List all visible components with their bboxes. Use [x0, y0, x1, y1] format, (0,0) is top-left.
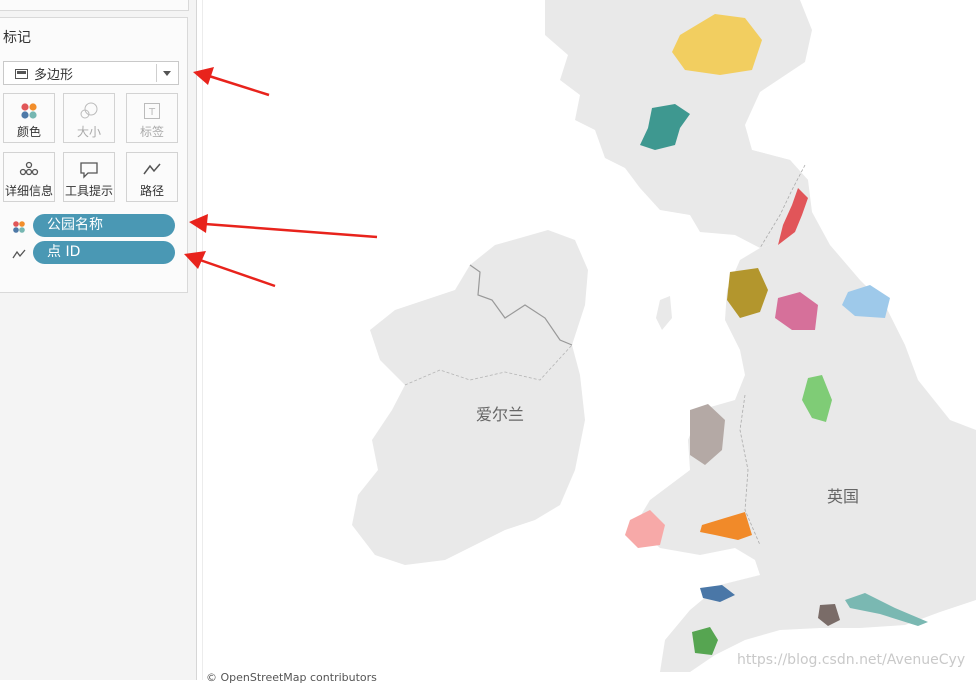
svg-text:T: T [148, 107, 156, 118]
size-circles-icon [79, 102, 99, 123]
park-name-pill[interactable]: 公园名称 [33, 214, 175, 237]
uk-label: 英国 [827, 487, 860, 506]
marks-side-panel: 标记 多边形 颜色 大小 T 标签 详细信息 工具提示 路径 公园名称 点 ID [0, 0, 197, 680]
mark-type-label: 多边形 [34, 67, 74, 83]
isle-of-man [656, 296, 672, 330]
color-button[interactable]: 颜色 [3, 93, 55, 143]
path-button[interactable]: 路径 [126, 152, 178, 202]
map-view[interactable]: 爱尔兰 英国 [197, 0, 976, 680]
label-t-icon: T [143, 102, 161, 123]
pages-card-stub [0, 0, 189, 11]
tooltip-button-label: 工具提示 [64, 184, 113, 198]
detail-button-label: 详细信息 [4, 184, 53, 198]
size-button-label: 大小 [76, 125, 101, 139]
ireland-label: 爱尔兰 [476, 405, 525, 424]
tooltip-bubble-icon [79, 161, 99, 182]
path-field-pill-row: 点 ID [12, 241, 175, 264]
color-dots-icon [20, 102, 38, 123]
size-button: 大小 [63, 93, 115, 143]
marks-title: 标记 [3, 30, 31, 46]
path-line-icon [12, 246, 26, 260]
color-field-pill-row: 公园名称 [12, 214, 175, 237]
detail-button[interactable]: 详细信息 [3, 152, 55, 202]
england-wales-landmass [635, 150, 976, 672]
ireland-landmass [352, 230, 588, 565]
label-button: T 标签 [126, 93, 178, 143]
detail-dots-icon [19, 161, 39, 180]
label-button-label: 标签 [139, 125, 164, 139]
marks-card: 标记 多边形 颜色 大小 T 标签 详细信息 工具提示 路径 公园名称 点 ID [0, 17, 188, 293]
color-button-label: 颜色 [16, 125, 41, 139]
map-canvas [352, 0, 976, 672]
path-button-label: 路径 [139, 184, 164, 198]
map-attribution[interactable]: © OpenStreetMap contributors [206, 671, 377, 684]
dropdown-divider [156, 64, 157, 82]
path-line-icon [142, 161, 162, 180]
mark-type-dropdown[interactable]: 多边形 [3, 61, 179, 85]
color-dots-icon [12, 219, 26, 233]
source-watermark: https://blog.csdn.net/AvenueCyy [737, 652, 966, 668]
point-id-pill[interactable]: 点 ID [33, 241, 175, 264]
map-left-edge [202, 0, 203, 680]
polygon-mark-icon [15, 68, 28, 79]
tooltip-button[interactable]: 工具提示 [63, 152, 115, 202]
chevron-down-icon[interactable] [163, 71, 171, 76]
